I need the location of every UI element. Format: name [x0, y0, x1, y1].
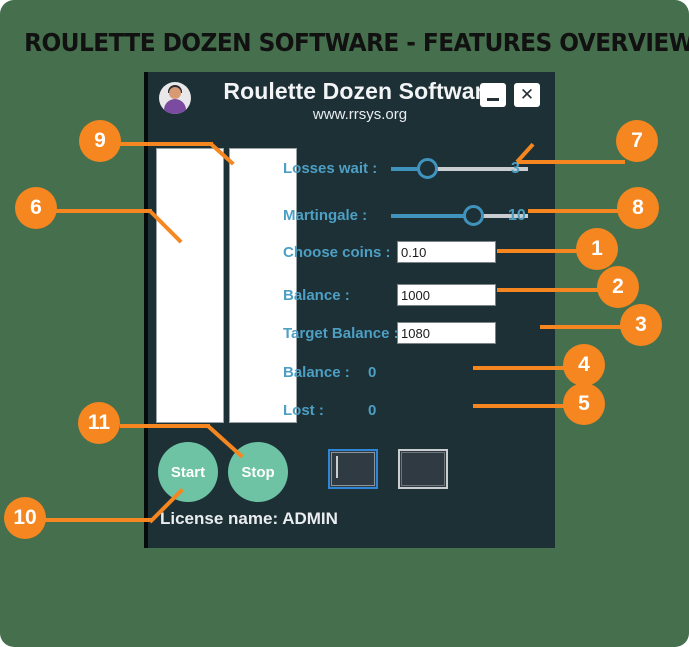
- minimize-icon[interactable]: [480, 83, 506, 107]
- balance-readout-label: Balance :: [283, 364, 350, 381]
- app-url: www.rrsys.org: [312, 106, 408, 123]
- target-balance-input[interactable]: [397, 322, 496, 344]
- leader-line-7: [517, 160, 625, 164]
- callout-badge-8: 8: [617, 187, 659, 229]
- choose-coins-input[interactable]: [397, 241, 496, 263]
- losses-wait-label: Losses wait :: [283, 160, 378, 177]
- start-button[interactable]: Start: [158, 442, 218, 502]
- app-title: Roulette Dozen Software: [223, 78, 497, 104]
- window-titlebar: Roulette Dozen Software www.rrsys.org ✕: [148, 72, 555, 128]
- target-balance-label: Target Balance :: [283, 325, 399, 342]
- balance-input-label: Balance :: [283, 287, 350, 304]
- choose-coins-label: Choose coins :: [283, 244, 391, 261]
- callout-badge-6: 6: [15, 187, 57, 229]
- callout-badge-11: 11: [78, 402, 120, 444]
- close-icon[interactable]: ✕: [514, 83, 540, 107]
- log-box-b-inner: [401, 452, 445, 486]
- balance-input[interactable]: [397, 284, 496, 306]
- page-title: ROULETTE DOZEN SOFTWARE - FEATURES OVERV…: [24, 28, 689, 57]
- leader-line-11: [120, 424, 210, 428]
- user-avatar-icon: [159, 82, 191, 114]
- martingale-label: Martingale :: [283, 207, 368, 224]
- row-martingale: Martingale : 10: [283, 203, 545, 229]
- license-name-label: License name: ADMIN: [160, 509, 338, 528]
- row-target-balance: Target Balance :: [283, 321, 545, 347]
- callout-badge-9: 9: [79, 120, 121, 162]
- lost-readout-value: 0: [368, 402, 377, 419]
- log-box-a[interactable]: [328, 449, 378, 489]
- leader-line-10: [42, 518, 152, 522]
- losses-wait-thumb[interactable]: [417, 158, 438, 179]
- martingale-track-fill: [391, 214, 473, 218]
- callout-badge-1: 1: [576, 228, 618, 270]
- row-balance-input: Balance :: [283, 283, 545, 309]
- row-balance-readout: Balance : 0: [283, 360, 545, 386]
- leader-line-9: [120, 142, 213, 146]
- leader-line-8: [528, 209, 626, 213]
- close-glyph: ✕: [519, 84, 535, 105]
- text-caret-icon: [336, 456, 338, 478]
- minimize-glyph: [487, 97, 499, 101]
- martingale-thumb[interactable]: [463, 205, 484, 226]
- row-choose-coins: Choose coins :: [283, 240, 545, 266]
- row-lost-readout: Lost : 0: [283, 398, 545, 424]
- martingale-value: 10: [508, 207, 526, 224]
- callout-badge-7: 7: [616, 120, 658, 162]
- leader-line-6: [55, 209, 152, 213]
- callout-badge-5: 5: [563, 383, 605, 425]
- callout-badge-4: 4: [563, 344, 605, 386]
- row-losses-wait: Losses wait : 3: [283, 156, 545, 182]
- leader-line-1: [497, 249, 584, 253]
- balance-readout-value: 0: [368, 364, 377, 381]
- callout-badge-3: 3: [620, 304, 662, 346]
- log-box-b[interactable]: [398, 449, 448, 489]
- losses-wait-slider[interactable]: [391, 158, 528, 179]
- results-list-panel-a[interactable]: [156, 148, 224, 423]
- callout-badge-10: 10: [4, 497, 46, 539]
- lost-readout-label: Lost :: [283, 402, 324, 419]
- callout-badge-2: 2: [597, 266, 639, 308]
- overview-canvas: ROULETTE DOZEN SOFTWARE - FEATURES OVERV…: [0, 0, 689, 647]
